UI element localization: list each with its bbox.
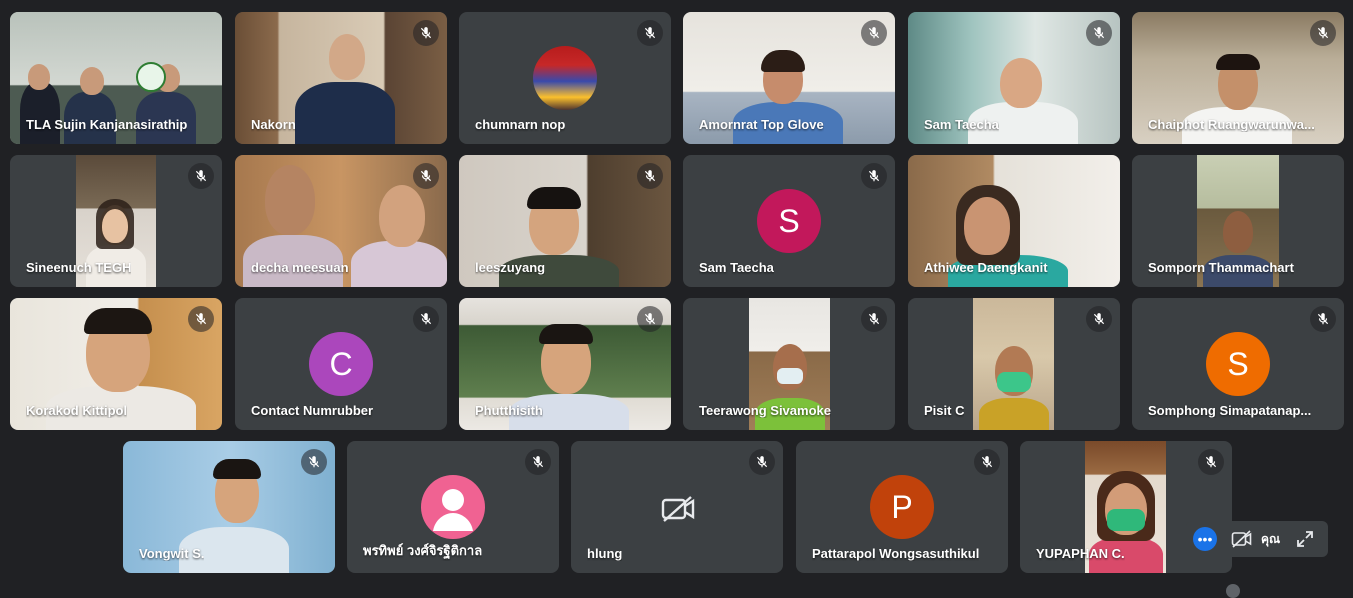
participant-tile[interactable]: Chaiphot Ruangwarunwa... xyxy=(1132,12,1344,144)
mic-off-icon xyxy=(1086,306,1112,332)
participant-tile[interactable]: S Somphong Simapatanap... xyxy=(1132,298,1344,430)
participant-name: Teerawong Sivamoke xyxy=(699,403,831,418)
mic-off-icon xyxy=(1310,20,1336,46)
participant-tile[interactable]: Sam Taecha xyxy=(908,12,1120,144)
participant-tile[interactable]: S Sam Taecha xyxy=(683,155,895,287)
mic-off-icon xyxy=(188,163,214,189)
participant-name: Sam Taecha xyxy=(699,260,774,275)
participant-name: Phutthisith xyxy=(475,403,543,418)
participant-tile[interactable]: Vongwit S. xyxy=(123,441,335,573)
participant-tile[interactable]: Nakorn xyxy=(235,12,447,144)
participant-tile[interactable]: chumnarn nop xyxy=(459,12,671,144)
mic-off-icon xyxy=(1086,20,1112,46)
avatar: C xyxy=(309,332,373,396)
avatar-generic xyxy=(421,475,485,539)
mic-off-icon xyxy=(861,20,887,46)
participant-name: YUPAPHAN C. xyxy=(1036,546,1125,561)
mic-off-icon xyxy=(861,306,887,332)
participant-name: hlung xyxy=(587,546,623,561)
mic-off-icon xyxy=(974,449,1000,475)
participant-tile[interactable]: leeszuyang xyxy=(459,155,671,287)
mic-off-icon xyxy=(1198,449,1224,475)
mic-off-icon xyxy=(749,449,775,475)
participant-tile[interactable]: TLA Sujin Kanjanasirathip xyxy=(10,12,222,144)
participant-name: Sineenuch TEGH xyxy=(26,260,132,275)
participant-name: Sam Taecha xyxy=(924,117,999,132)
participant-tile[interactable]: Phutthisith xyxy=(459,298,671,430)
participant-name: Chaiphot Ruangwarunwa... xyxy=(1148,117,1315,132)
mic-off-icon xyxy=(637,20,663,46)
mic-off-icon xyxy=(525,449,551,475)
participant-tile[interactable]: Amornrat Top Glove xyxy=(683,12,895,144)
video-off-icon xyxy=(661,495,695,528)
participant-name: Vongwit S. xyxy=(139,546,205,561)
mic-off-icon xyxy=(413,306,439,332)
participant-name: Pattarapol Wongsasuthikul xyxy=(812,546,980,561)
participant-grid: TLA Sujin Kanjanasirathip Nakorn chumnar… xyxy=(0,0,1353,588)
mic-off-icon xyxy=(301,449,327,475)
mic-off-icon xyxy=(637,163,663,189)
participant-tile[interactable]: Teerawong Sivamoke xyxy=(683,298,895,430)
avatar xyxy=(533,46,597,110)
participant-name: Athiwee Daengkanit xyxy=(924,260,1048,275)
mic-off-icon xyxy=(1310,306,1336,332)
participant-name: Contact Numrubber xyxy=(251,403,374,418)
participant-tile[interactable]: Pisit C xyxy=(908,298,1120,430)
participant-tile[interactable]: พรทิพย์ วงศ์จิรฐิติกาล xyxy=(347,441,559,573)
self-view-controls: ••• คุณ xyxy=(1186,521,1328,557)
participant-tile[interactable]: hlung xyxy=(571,441,783,573)
participant-name: TLA Sujin Kanjanasirathip xyxy=(26,117,188,132)
videocam-off-icon[interactable] xyxy=(1231,528,1253,550)
scroll-indicator xyxy=(1226,584,1240,598)
participant-name: Pisit C xyxy=(924,403,965,418)
participant-name: leeszuyang xyxy=(475,260,546,275)
participant-name: decha meesuan xyxy=(251,260,349,275)
participant-tile[interactable]: Sineenuch TEGH xyxy=(10,155,222,287)
participant-name: พรทิพย์ วงศ์จิรฐิติกาล xyxy=(363,543,483,558)
participant-name: chumnarn nop xyxy=(475,117,566,132)
participant-name: Nakorn xyxy=(251,117,296,132)
avatar: P xyxy=(870,475,934,539)
participant-name: Korakod Kittipol xyxy=(26,403,128,418)
participant-tile[interactable]: C Contact Numrubber xyxy=(235,298,447,430)
more-horiz-icon[interactable]: ••• xyxy=(1193,527,1217,551)
mic-off-icon xyxy=(413,163,439,189)
participant-tile[interactable]: Athiwee Daengkanit xyxy=(908,155,1120,287)
mic-off-icon xyxy=(861,163,887,189)
mic-off-icon xyxy=(637,306,663,332)
mic-off-icon xyxy=(188,306,214,332)
participant-tile[interactable]: P Pattarapol Wongsasuthikul xyxy=(796,441,1008,573)
self-label: คุณ xyxy=(1261,531,1281,546)
video-feed xyxy=(973,298,1054,430)
avatar: S xyxy=(1206,332,1270,396)
expand-icon[interactable] xyxy=(1296,530,1314,548)
participant-name: Somporn Thammachart xyxy=(1148,260,1294,275)
participant-tile[interactable]: Korakod Kittipol xyxy=(10,298,222,430)
participant-name: Somphong Simapatanap... xyxy=(1148,403,1312,418)
mic-off-icon xyxy=(413,20,439,46)
participant-tile[interactable]: Somporn Thammachart xyxy=(1132,155,1344,287)
avatar: S xyxy=(757,189,821,253)
participant-name: Amornrat Top Glove xyxy=(699,117,824,132)
participant-tile[interactable]: decha meesuan xyxy=(235,155,447,287)
